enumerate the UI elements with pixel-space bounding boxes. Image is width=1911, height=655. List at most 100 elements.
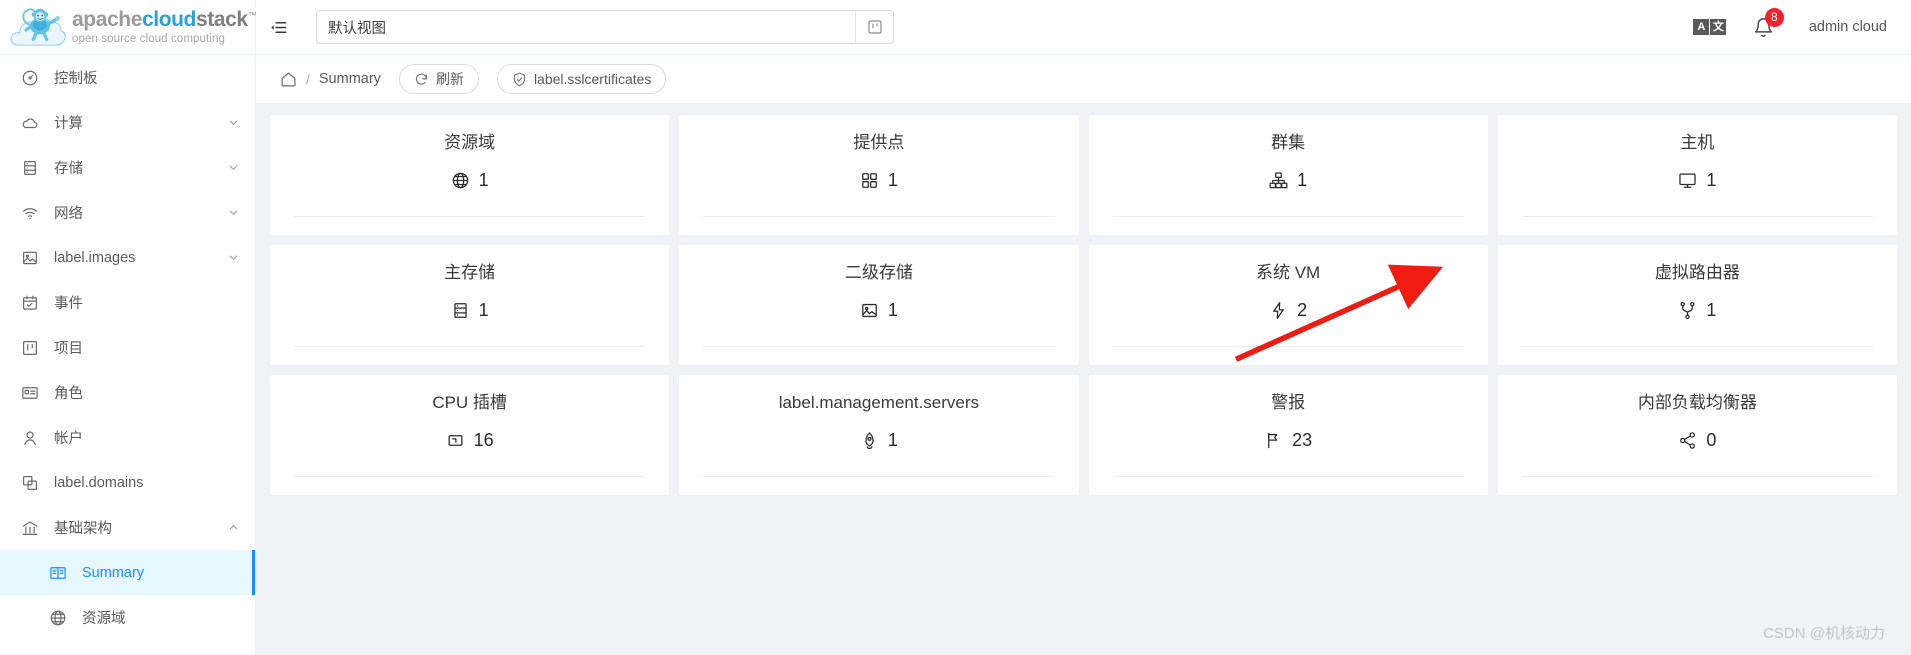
sidebar-item-roles[interactable]: 角色 <box>0 370 255 415</box>
sidebar-item-projects[interactable]: 项目 <box>0 325 255 370</box>
sidebar-item-network[interactable]: 网络 <box>0 190 255 235</box>
brand-name: apachecloudstack™ <box>72 8 257 31</box>
ssl-certificates-label: label.sslcertificates <box>533 71 652 87</box>
stat-card-divider <box>294 476 646 477</box>
user-icon <box>24 430 36 445</box>
notifications-button[interactable]: 8 <box>1737 0 1791 55</box>
stat-card-title: CPU 插槽 <box>432 393 507 412</box>
stat-card-value-row: 1 <box>860 300 898 321</box>
database-icon <box>453 303 467 319</box>
stat-card-value-row: 16 <box>446 430 494 451</box>
sidebar-item-label: 基础架构 <box>54 521 112 537</box>
language-icon-cjk: 文 <box>1710 19 1727 35</box>
picture-icon <box>23 251 37 264</box>
stat-card-system-vms[interactable]: 系统 VM 2 <box>1088 245 1488 365</box>
cloudstack-app: apachecloudstack™ open source cloud comp… <box>0 0 1911 655</box>
fork-icon <box>1680 302 1695 320</box>
sidebar-item-compute[interactable]: 计算 <box>0 100 255 145</box>
stat-card-management-servers[interactable]: label.management.servers 1 <box>679 375 1079 495</box>
stat-card-cpu-sockets[interactable]: CPU 插槽 16 <box>270 375 670 495</box>
stat-card-clusters[interactable]: 群集 1 <box>1088 115 1488 235</box>
stat-card-alerts[interactable]: 警报 23 <box>1088 375 1488 495</box>
search-input[interactable] <box>317 11 855 43</box>
stat-card-divider <box>703 216 1055 217</box>
stat-card-divider <box>294 346 646 347</box>
stat-card-primary-storage[interactable]: 主存储 1 <box>270 245 670 365</box>
brand-apache: apache <box>72 8 142 31</box>
share-icon <box>1680 432 1696 450</box>
sidebar-item-pods[interactable]: 提供点 <box>0 640 255 655</box>
chevron-down-icon <box>228 207 239 218</box>
stat-card-zones[interactable]: 资源域 1 <box>270 115 670 235</box>
cluster-icon <box>1269 172 1288 189</box>
stat-card-internal-lb[interactable]: 内部负载均衡器 0 <box>1497 375 1897 495</box>
language-switch-button[interactable]: A文 <box>1683 0 1737 55</box>
global-icon <box>50 610 66 625</box>
sidebar-item-accounts[interactable]: 帐户 <box>0 415 255 460</box>
database-icon <box>20 158 40 178</box>
stat-card-value: 1 <box>1706 300 1717 321</box>
project-icon <box>20 338 40 358</box>
stat-card-pods[interactable]: 提供点 1 <box>679 115 1079 235</box>
sidebar-item-label: 存储 <box>54 161 83 177</box>
stat-card-secondary-storage[interactable]: 二级存储 1 <box>679 245 1079 365</box>
stat-card-value: 1 <box>478 300 489 321</box>
sidebar-item-label: 项目 <box>54 341 83 357</box>
breadcrumb-home-link[interactable] <box>280 71 297 88</box>
stat-card-title: 警报 <box>1271 393 1306 412</box>
stat-card-title: 主机 <box>1680 133 1715 152</box>
sidebar-item-label: 事件 <box>54 296 83 312</box>
main-content: / Summary 刷新 label.sslcertificates 资源域 1… <box>256 55 1911 655</box>
stat-card-title: 提供点 <box>853 133 905 152</box>
desktop-icon <box>1678 171 1697 190</box>
breadcrumb: / Summary 刷新 label.sslcertificates <box>256 55 1911 103</box>
sidebar-item-events[interactable]: 事件 <box>0 280 255 325</box>
stat-card-value-row: 1 <box>860 430 898 451</box>
appstore-icon <box>860 171 879 190</box>
project-view-button[interactable] <box>855 11 893 43</box>
search-box[interactable] <box>316 10 894 44</box>
stat-card-value: 0 <box>1706 430 1717 451</box>
stat-card-value: 1 <box>1706 170 1717 191</box>
sidebar-item-infrastructure[interactable]: 基础架构 <box>0 505 255 550</box>
sidebar-collapse-button[interactable] <box>256 0 300 55</box>
flag-icon <box>1264 431 1283 450</box>
appstore-icon <box>861 173 877 189</box>
sidebar-item-domains[interactable]: label.domains <box>0 460 255 505</box>
brand-stack: stack <box>195 8 248 31</box>
stat-card-value-row: 0 <box>1678 430 1716 451</box>
dashboard-icon <box>20 68 40 88</box>
stat-card-title: 内部负载均衡器 <box>1637 393 1757 412</box>
sidebar-item-summary[interactable]: Summary <box>0 550 255 595</box>
stat-card-divider <box>703 476 1055 477</box>
stat-card-hosts[interactable]: 主机 1 <box>1497 115 1897 235</box>
sidebar-item-storage[interactable]: 存储 <box>0 145 255 190</box>
bank-icon <box>20 518 40 538</box>
stat-card-title: 系统 VM <box>1256 263 1321 282</box>
stat-card-virtual-routers[interactable]: 虚拟路由器 1 <box>1497 245 1897 365</box>
ssl-certificates-button[interactable]: label.sslcertificates <box>496 64 667 94</box>
sidebar-item-dashboard[interactable]: 控制板 <box>0 55 255 100</box>
stat-card-value-row: 1 <box>1678 170 1716 191</box>
refresh-label: 刷新 <box>435 71 464 87</box>
stat-card-value: 1 <box>887 300 898 321</box>
card-row: CPU 插槽 16 label.management.servers 1 警报 23 内部负… <box>270 375 1897 495</box>
stat-card-divider <box>1112 476 1464 477</box>
stat-card-value-row: 1 <box>1678 300 1716 321</box>
desktop-icon <box>1679 173 1697 189</box>
block-icon <box>20 473 40 493</box>
sidebar-item-zones[interactable]: 资源域 <box>0 595 255 640</box>
global-icon <box>452 173 468 189</box>
refresh-button[interactable]: 刷新 <box>398 64 479 94</box>
stat-card-divider <box>1521 476 1873 477</box>
user-menu[interactable]: admin cloud <box>1809 19 1887 35</box>
reload-icon <box>414 72 429 87</box>
stat-card-title: 主存储 <box>444 263 496 282</box>
id-card-icon <box>22 386 38 399</box>
sidebar-item-images[interactable]: label.images <box>0 235 255 280</box>
stat-card-divider <box>1521 216 1873 217</box>
view-selector <box>316 10 894 44</box>
brand-logo[interactable]: apachecloudstack™ open source cloud comp… <box>0 0 257 55</box>
breadcrumb-current[interactable]: Summary <box>319 71 381 87</box>
stat-card-title: label.management.servers <box>778 393 980 412</box>
